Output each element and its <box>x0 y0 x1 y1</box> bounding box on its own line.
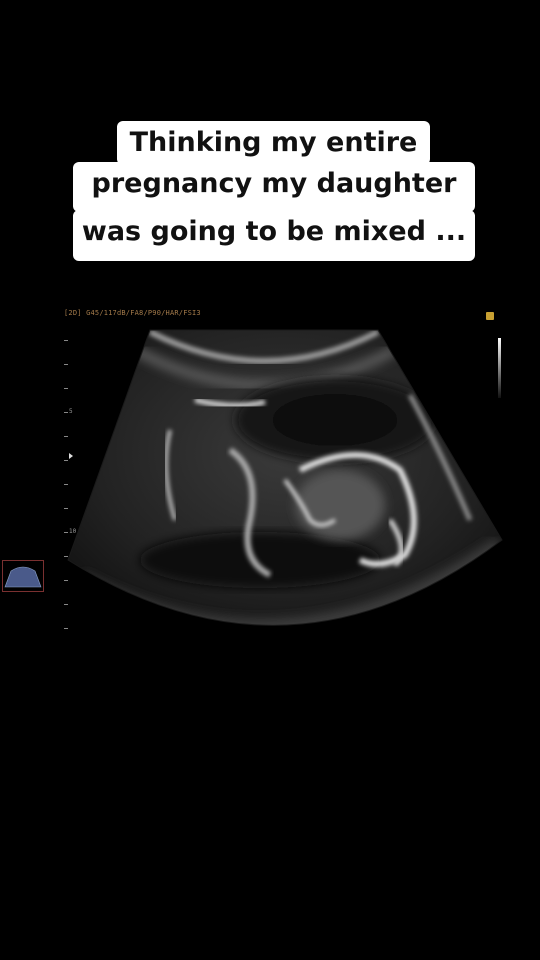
ultrasound-image <box>67 329 503 626</box>
